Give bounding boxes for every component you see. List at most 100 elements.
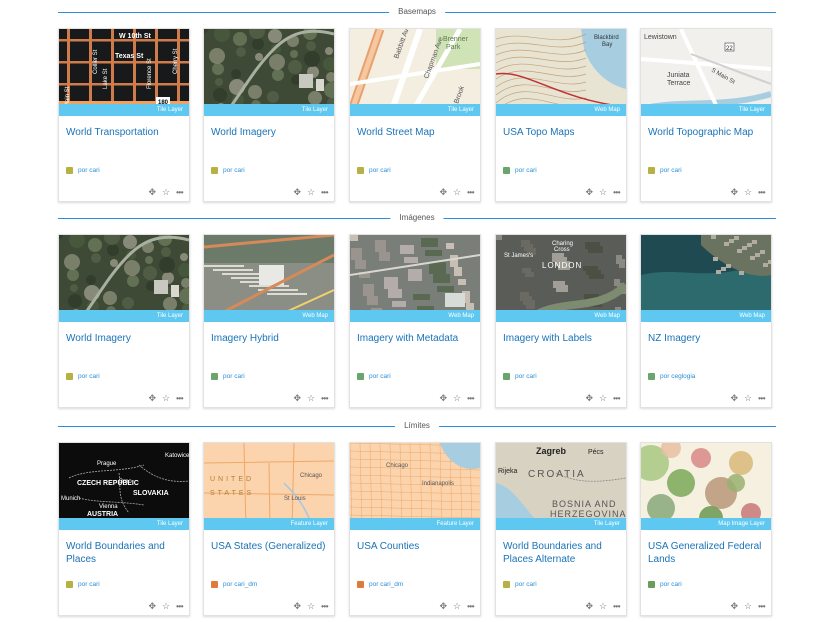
more-options-icon[interactable]: ••• <box>176 394 183 403</box>
card-thumbnail[interactable]: Blackbird Bay Web Map <box>496 29 626 116</box>
item-card[interactable]: Web Map Imagery Hybrid por cari ✥ ☆ ••• <box>203 234 335 408</box>
card-thumbnail[interactable]: LONDON St James's Charing Cross Web Map <box>496 235 626 322</box>
move-icon[interactable]: ✥ <box>439 602 447 611</box>
more-options-icon[interactable]: ••• <box>321 394 328 403</box>
favorite-star-icon[interactable]: ☆ <box>599 602 607 611</box>
card-thumbnail[interactable]: Tile Layer <box>204 29 334 116</box>
card-title-link[interactable]: World Imagery <box>211 126 329 139</box>
tile-layer-icon <box>66 581 73 588</box>
move-icon[interactable]: ✥ <box>730 602 738 611</box>
item-card[interactable]: Map Image Layer USA Generalized Federal … <box>640 442 772 616</box>
item-card[interactable]: Katowice Prague CZECH REPUBLIC SLOVAKIA Muni… <box>58 442 190 616</box>
tile-layer-icon <box>357 167 364 174</box>
more-options-icon[interactable]: ••• <box>613 602 620 611</box>
svg-text:Rijeka: Rijeka <box>498 468 518 475</box>
item-card[interactable]: Web Map NZ Imagery por ceglogia ✥ ☆ ••• <box>640 234 772 408</box>
favorite-star-icon[interactable]: ☆ <box>453 188 461 197</box>
card-title-link[interactable]: USA Counties <box>357 540 475 553</box>
svg-text:Lewistown: Lewistown <box>644 34 677 41</box>
item-card[interactable]: Tile Layer World Imagery por cari ✥ ☆ ••… <box>203 28 335 202</box>
item-card[interactable]: Blackbird Bay Web Map USA Topo Maps por c… <box>495 28 627 202</box>
more-options-icon[interactable]: ••• <box>467 602 474 611</box>
more-options-icon[interactable]: ••• <box>613 394 620 403</box>
move-icon[interactable]: ✥ <box>730 188 738 197</box>
move-icon[interactable]: ✥ <box>293 602 301 611</box>
card-title-link[interactable]: World Topographic Map <box>648 126 766 139</box>
move-icon[interactable]: ✥ <box>585 188 593 197</box>
item-type-badge: Tile Layer <box>350 104 480 116</box>
favorite-star-icon[interactable]: ☆ <box>162 602 170 611</box>
card-owner: por cari <box>503 373 537 380</box>
move-icon[interactable]: ✥ <box>439 394 447 403</box>
card-title-link[interactable]: World Imagery <box>66 332 184 345</box>
card-title-link[interactable]: NZ Imagery <box>648 332 766 345</box>
card-title-link[interactable]: World Street Map <box>357 126 475 139</box>
favorite-star-icon[interactable]: ☆ <box>453 602 461 611</box>
item-card[interactable]: W 10th St Texas St Lake St Collier St Floren… <box>58 28 190 202</box>
more-options-icon[interactable]: ••• <box>613 188 620 197</box>
card-thumbnail[interactable]: W 10th St Texas St Lake St Collier St Floren… <box>59 29 189 116</box>
card-title-link[interactable]: World Boundaries and Places Alternate <box>503 540 621 566</box>
favorite-star-icon[interactable]: ☆ <box>307 394 315 403</box>
more-options-icon[interactable]: ••• <box>176 602 183 611</box>
card-thumbnail[interactable]: Katowice Prague CZECH REPUBLIC SLOVAKIA Muni… <box>59 443 189 530</box>
more-options-icon[interactable]: ••• <box>467 394 474 403</box>
item-card[interactable]: Web Map Imagery with Metadata por cari ✥… <box>349 234 481 408</box>
item-card[interactable]: Zagreb Pécs CROATIA BOSNIA AND HERZEGOVINA Ri… <box>495 442 627 616</box>
card-title-link[interactable]: World Boundaries and Places <box>66 540 184 566</box>
card-title-link[interactable]: Imagery with Metadata <box>357 332 475 345</box>
card-thumbnail[interactable]: Chicago Indianapolis Feature Layer <box>350 443 480 530</box>
more-options-icon[interactable]: ••• <box>758 188 765 197</box>
more-options-icon[interactable]: ••• <box>758 602 765 611</box>
move-icon[interactable]: ✥ <box>585 394 593 403</box>
card-title-link[interactable]: USA States (Generalized) <box>211 540 329 553</box>
card-title-link[interactable]: USA Generalized Federal Lands <box>648 540 766 566</box>
card-thumbnail[interactable]: Zagreb Pécs CROATIA BOSNIA AND HERZEGOVINA Ri… <box>496 443 626 530</box>
move-icon[interactable]: ✥ <box>585 602 593 611</box>
item-card[interactable]: UNITED STATES Chicago St Louis Feature Laye… <box>203 442 335 616</box>
svg-text:STATES: STATES <box>210 490 254 497</box>
move-icon[interactable]: ✥ <box>293 394 301 403</box>
favorite-star-icon[interactable]: ☆ <box>744 602 752 611</box>
card-thumbnail[interactable]: Web Map <box>204 235 334 322</box>
item-card[interactable]: Chicago Indianapolis Feature Layer USA Co… <box>349 442 481 616</box>
move-icon[interactable]: ✥ <box>148 188 156 197</box>
favorite-star-icon[interactable]: ☆ <box>307 602 315 611</box>
favorite-star-icon[interactable]: ☆ <box>744 188 752 197</box>
move-icon[interactable]: ✥ <box>148 394 156 403</box>
card-title-link[interactable]: Imagery Hybrid <box>211 332 329 345</box>
favorite-star-icon[interactable]: ☆ <box>307 188 315 197</box>
more-options-icon[interactable]: ••• <box>321 188 328 197</box>
more-options-icon[interactable]: ••• <box>758 394 765 403</box>
favorite-star-icon[interactable]: ☆ <box>162 394 170 403</box>
svg-text:UNITED: UNITED <box>210 476 254 483</box>
favorite-star-icon[interactable]: ☆ <box>453 394 461 403</box>
more-options-icon[interactable]: ••• <box>176 188 183 197</box>
svg-text:Brno: Brno <box>119 479 132 485</box>
card-thumbnail[interactable]: Lewistown Juniata Terrace S Main St 22 Tile … <box>641 29 771 116</box>
item-card[interactable]: Brenner Park Chapman Ave Babbitt Ave Brook T… <box>349 28 481 202</box>
move-icon[interactable]: ✥ <box>730 394 738 403</box>
card-thumbnail[interactable]: Web Map <box>350 235 480 322</box>
item-card[interactable]: Lewistown Juniata Terrace S Main St 22 Tile … <box>640 28 772 202</box>
item-card[interactable]: LONDON St James's Charing Cross Web Map Ima… <box>495 234 627 408</box>
favorite-star-icon[interactable]: ☆ <box>162 188 170 197</box>
more-options-icon[interactable]: ••• <box>467 188 474 197</box>
card-thumbnail[interactable]: Brenner Park Chapman Ave Babbitt Ave Brook T… <box>350 29 480 116</box>
card-title-link[interactable]: World Transportation <box>66 126 184 139</box>
favorite-star-icon[interactable]: ☆ <box>599 188 607 197</box>
more-options-icon[interactable]: ••• <box>321 602 328 611</box>
favorite-star-icon[interactable]: ☆ <box>744 394 752 403</box>
favorite-star-icon[interactable]: ☆ <box>599 394 607 403</box>
item-type-badge: Web Map <box>496 310 626 322</box>
card-thumbnail[interactable]: Web Map <box>641 235 771 322</box>
move-icon[interactable]: ✥ <box>293 188 301 197</box>
card-title-link[interactable]: Imagery with Labels <box>503 332 621 345</box>
item-card[interactable]: Tile Layer World Imagery por cari ✥ ☆ ••… <box>58 234 190 408</box>
move-icon[interactable]: ✥ <box>148 602 156 611</box>
card-title-link[interactable]: USA Topo Maps <box>503 126 621 139</box>
card-thumbnail[interactable]: UNITED STATES Chicago St Louis Feature Laye… <box>204 443 334 530</box>
card-thumbnail[interactable]: Map Image Layer <box>641 443 771 530</box>
card-thumbnail[interactable]: Tile Layer <box>59 235 189 322</box>
move-icon[interactable]: ✥ <box>439 188 447 197</box>
